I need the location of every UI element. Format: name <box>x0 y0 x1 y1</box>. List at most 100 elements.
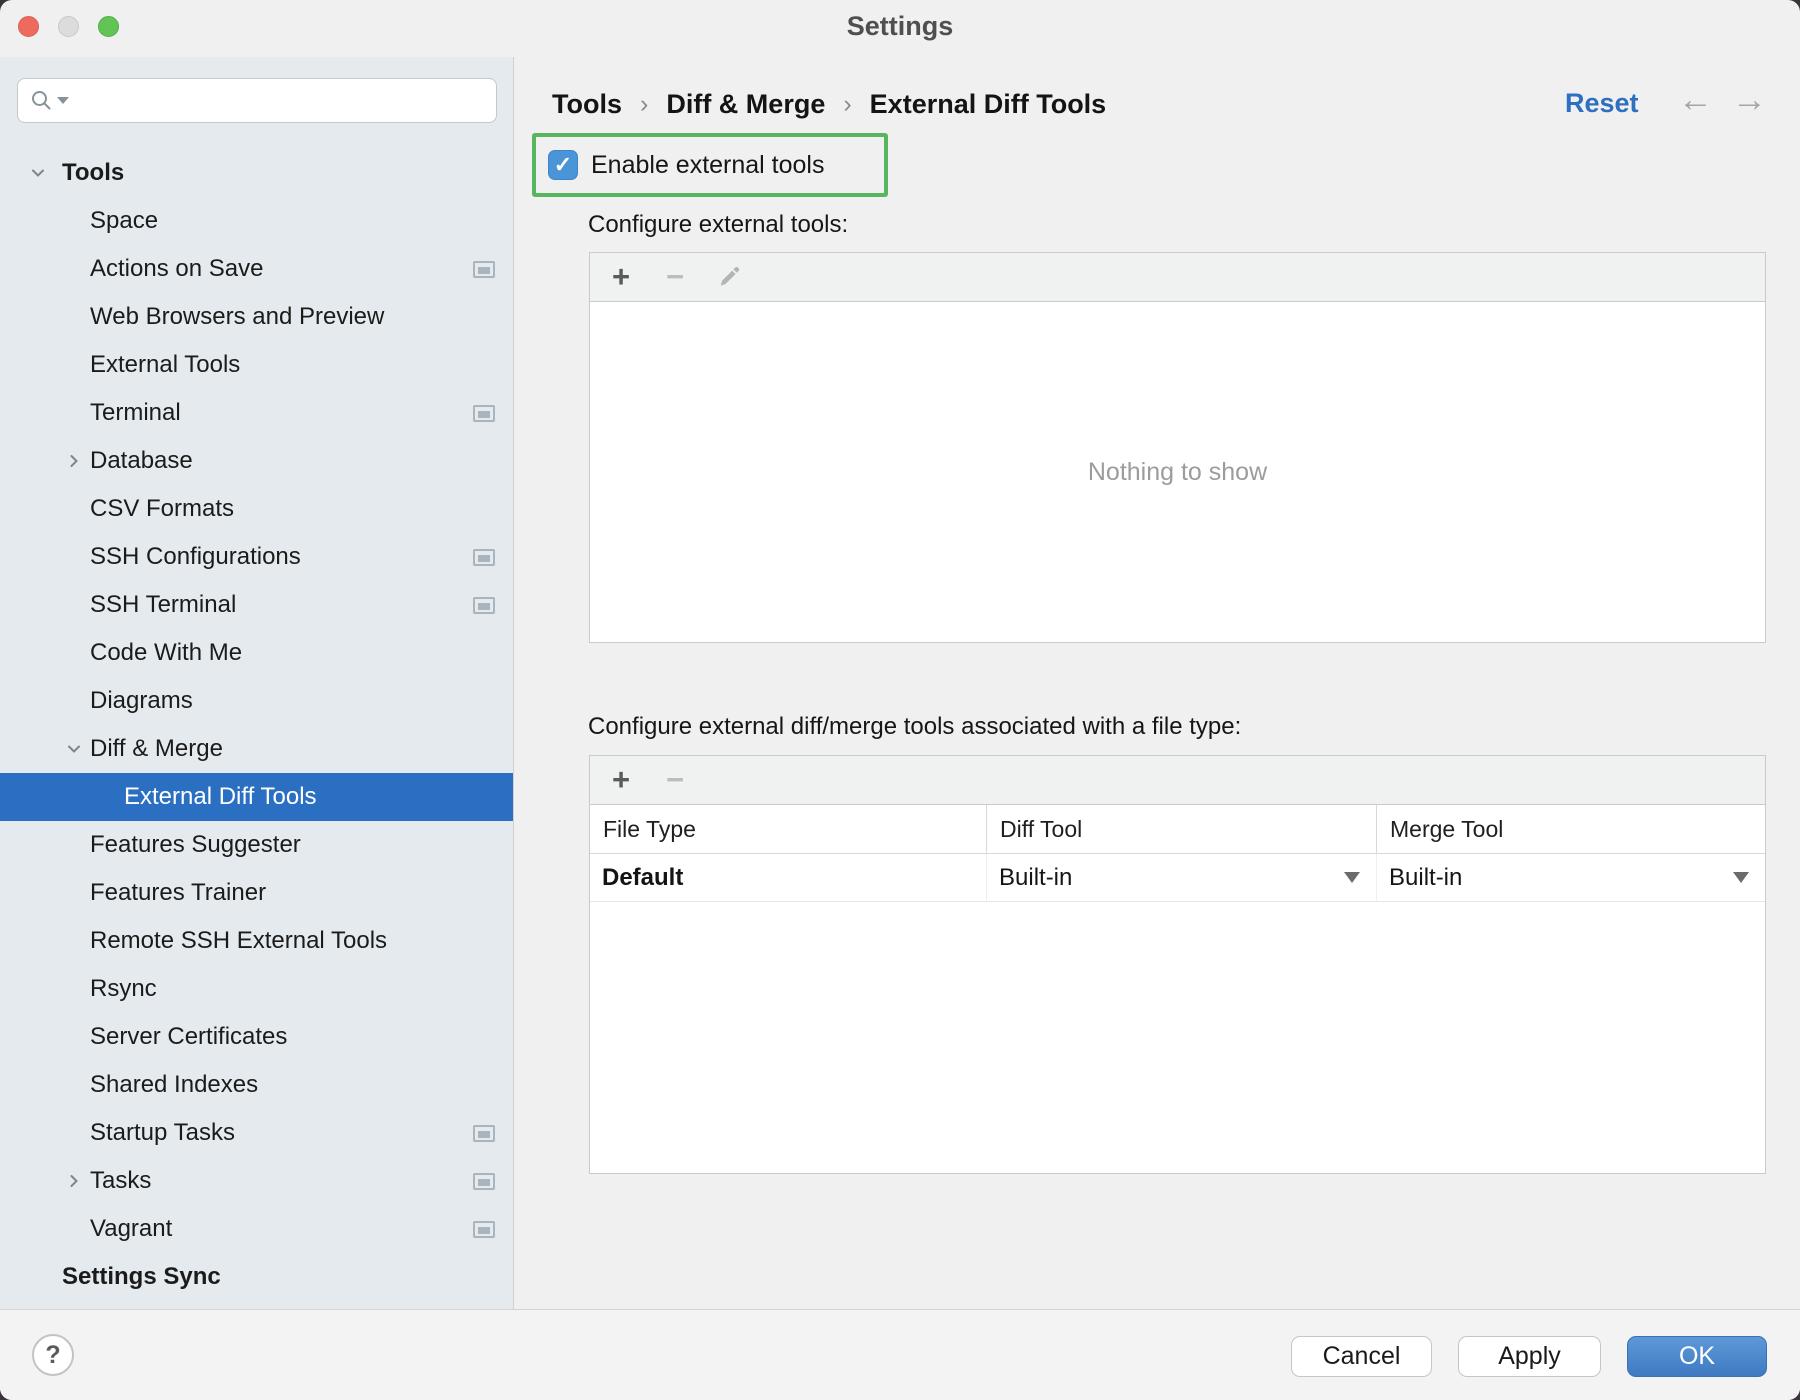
table-row[interactable]: Default Built-in Built-in <box>590 854 1765 902</box>
sidebar-item-features-suggester[interactable]: Features Suggester <box>0 821 513 869</box>
sidebar-item-label: Startup Tasks <box>90 1119 235 1147</box>
settings-sidebar: Tools Space Actions on Save Web Browsers… <box>0 57 514 1309</box>
dropdown-caret-icon <box>1733 872 1749 883</box>
sidebar-item-ssh-terminal[interactable]: SSH Terminal <box>0 581 513 629</box>
search-icon <box>30 89 54 113</box>
sidebar-item-external-diff-tools[interactable]: External Diff Tools <box>0 773 513 821</box>
sidebar-item-startup-tasks[interactable]: Startup Tasks <box>0 1109 513 1157</box>
sidebar-item-vagrant[interactable]: Vagrant <box>0 1205 513 1253</box>
sidebar-item-ssh-configurations[interactable]: SSH Configurations <box>0 533 513 581</box>
sidebar-item-external-tools[interactable]: External Tools <box>0 341 513 389</box>
sidebar-item-label: SSH Terminal <box>90 591 236 619</box>
sidebar-item-shared-indexes[interactable]: Shared Indexes <box>0 1061 513 1109</box>
sidebar-item-label: Terminal <box>90 399 181 427</box>
sidebar-item-label: Vagrant <box>90 1215 172 1243</box>
sidebar-item-space[interactable]: Space <box>0 197 513 245</box>
sidebar-item-label: Features Suggester <box>90 831 301 859</box>
chevron-down-icon[interactable] <box>64 739 84 759</box>
help-button[interactable]: ? <box>32 1334 74 1376</box>
enable-external-tools-label: Enable external tools <box>591 151 824 180</box>
breadcrumb-item-diff-merge[interactable]: Diff & Merge <box>666 89 825 120</box>
enable-external-tools-checkbox[interactable]: ✓ <box>548 150 578 180</box>
settings-tree: Tools Space Actions on Save Web Browsers… <box>0 149 513 1301</box>
empty-list-message: Nothing to show <box>590 458 1765 487</box>
settings-window: Settings Tools Space Actions on Save Web… <box>0 0 1800 1400</box>
external-tools-toolbar: + − <box>590 253 1765 302</box>
sidebar-item-remote-ssh-external-tools[interactable]: Remote SSH External Tools <box>0 917 513 965</box>
chevron-down-icon[interactable] <box>28 163 48 183</box>
column-header-merge-tool: Merge Tool <box>1376 805 1765 853</box>
window-title: Settings <box>0 11 1800 42</box>
sidebar-item-label: Remote SSH External Tools <box>90 927 387 955</box>
remove-button[interactable]: − <box>660 765 690 795</box>
search-options-caret-icon[interactable] <box>57 97 69 104</box>
sidebar-item-database[interactable]: Database <box>0 437 513 485</box>
add-button[interactable]: + <box>606 262 636 292</box>
breadcrumb-separator: › <box>640 90 648 119</box>
chevron-right-icon[interactable] <box>64 1171 84 1191</box>
back-arrow-icon[interactable]: ← <box>1678 80 1713 120</box>
edit-pencil-icon[interactable] <box>714 264 744 290</box>
sidebar-item-label: Tasks <box>90 1167 151 1195</box>
sidebar-item-label: External Diff Tools <box>124 783 317 811</box>
sidebar-item-server-certificates[interactable]: Server Certificates <box>0 1013 513 1061</box>
in-place-config-icon <box>473 1221 495 1238</box>
sidebar-item-label: Features Trainer <box>90 879 266 907</box>
merge-tool-value: Built-in <box>1389 864 1462 892</box>
apply-button[interactable]: Apply <box>1458 1336 1601 1377</box>
sidebar-item-tools[interactable]: Tools <box>0 149 513 197</box>
in-place-config-icon <box>473 1125 495 1142</box>
sidebar-item-label: SSH Configurations <box>90 543 301 571</box>
diff-tool-value: Built-in <box>999 864 1072 892</box>
cancel-button[interactable]: Cancel <box>1291 1336 1432 1377</box>
sidebar-item-label: Rsync <box>90 975 157 1003</box>
sidebar-item-diagrams[interactable]: Diagrams <box>0 677 513 725</box>
sidebar-item-label: Settings Sync <box>62 1263 221 1291</box>
sidebar-item-terminal[interactable]: Terminal <box>0 389 513 437</box>
sidebar-item-csv-formats[interactable]: CSV Formats <box>0 485 513 533</box>
file-type-toolbar: + − <box>590 756 1765 805</box>
in-place-config-icon <box>473 261 495 278</box>
sidebar-item-diff-merge[interactable]: Diff & Merge <box>0 725 513 773</box>
in-place-config-icon <box>473 597 495 614</box>
column-header-file-type: File Type <box>590 805 986 853</box>
sidebar-item-settings-sync[interactable]: Settings Sync <box>0 1253 513 1301</box>
sidebar-item-rsync[interactable]: Rsync <box>0 965 513 1013</box>
sidebar-item-label: Actions on Save <box>90 255 263 283</box>
table-header-row: File Type Diff Tool Merge Tool <box>590 805 1765 854</box>
file-type-cell[interactable]: Default <box>590 854 986 901</box>
sidebar-item-label: Tools <box>62 159 124 187</box>
sidebar-item-tasks[interactable]: Tasks <box>0 1157 513 1205</box>
sidebar-item-label: Shared Indexes <box>90 1071 258 1099</box>
breadcrumb-item-tools[interactable]: Tools <box>552 89 622 120</box>
sidebar-item-label: Web Browsers and Preview <box>90 303 384 331</box>
forward-arrow-icon[interactable]: → <box>1732 80 1767 120</box>
ok-button[interactable]: OK <box>1627 1336 1767 1377</box>
sidebar-item-web-browsers[interactable]: Web Browsers and Preview <box>0 293 513 341</box>
settings-search-box[interactable] <box>17 78 497 123</box>
column-header-diff-tool: Diff Tool <box>986 805 1376 853</box>
configure-external-tools-label: Configure external tools: <box>588 211 848 239</box>
sidebar-item-code-with-me[interactable]: Code With Me <box>0 629 513 677</box>
configure-file-type-tools-label: Configure external diff/merge tools asso… <box>588 713 1241 741</box>
breadcrumb: Tools › Diff & Merge › External Diff Too… <box>552 84 1106 124</box>
remove-button[interactable]: − <box>660 262 690 292</box>
sidebar-item-label: Database <box>90 447 193 475</box>
reset-link[interactable]: Reset <box>1565 88 1639 119</box>
sidebar-item-actions-on-save[interactable]: Actions on Save <box>0 245 513 293</box>
in-place-config-icon <box>473 405 495 422</box>
merge-tool-dropdown[interactable]: Built-in <box>1376 854 1765 901</box>
breadcrumb-separator: › <box>843 90 851 119</box>
diff-tool-dropdown[interactable]: Built-in <box>986 854 1376 901</box>
sidebar-item-label: Space <box>90 207 158 235</box>
enable-external-tools-highlight: ✓ Enable external tools <box>532 133 888 197</box>
title-bar: Settings <box>0 0 1800 57</box>
sidebar-item-features-trainer[interactable]: Features Trainer <box>0 869 513 917</box>
chevron-right-icon[interactable] <box>64 451 84 471</box>
external-tools-panel: + − Nothing to show <box>589 252 1766 643</box>
sidebar-item-label: Server Certificates <box>90 1023 287 1051</box>
add-button[interactable]: + <box>606 765 636 795</box>
sidebar-item-label: Code With Me <box>90 639 242 667</box>
sidebar-item-label: Diagrams <box>90 687 193 715</box>
search-input[interactable] <box>69 79 496 122</box>
